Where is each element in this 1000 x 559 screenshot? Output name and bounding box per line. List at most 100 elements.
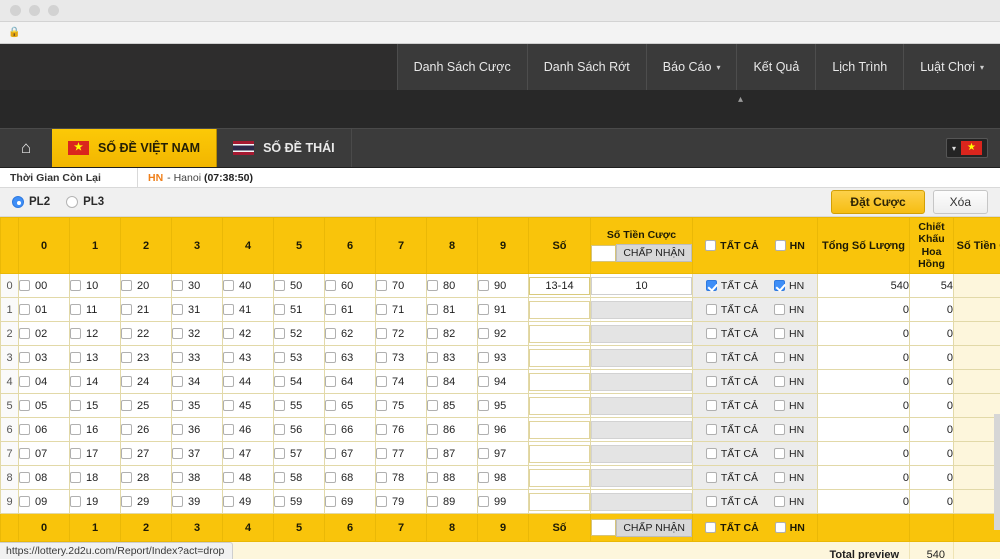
checkbox-icon[interactable] — [274, 424, 285, 435]
checkbox-icon[interactable] — [121, 496, 132, 507]
checkbox-icon[interactable] — [774, 496, 785, 507]
number-cell-97[interactable]: 97 — [478, 442, 529, 466]
number-cell-40[interactable]: 40 — [223, 274, 274, 298]
checkbox-icon[interactable] — [19, 280, 30, 291]
checkbox-icon[interactable] — [478, 328, 489, 339]
number-cell-18[interactable]: 18 — [70, 466, 121, 490]
so-input[interactable] — [529, 349, 590, 367]
radio-icon[interactable] — [12, 196, 24, 208]
number-cell-39[interactable]: 39 — [172, 490, 223, 514]
number-cell-68[interactable]: 68 — [325, 466, 376, 490]
number-cell-21[interactable]: 21 — [121, 298, 172, 322]
checkbox-icon[interactable] — [19, 376, 30, 387]
footer-check-hn[interactable]: HN — [775, 522, 805, 534]
number-cell-45[interactable]: 45 — [223, 394, 274, 418]
checkbox-icon[interactable] — [19, 352, 30, 363]
number-cell-16[interactable]: 16 — [70, 418, 121, 442]
maximize-window-button[interactable] — [48, 5, 59, 16]
checkbox-icon[interactable] — [325, 448, 336, 459]
number-cell-74[interactable]: 74 — [376, 370, 427, 394]
checkbox-icon[interactable] — [274, 376, 285, 387]
row-check-hn[interactable]: HN — [774, 352, 804, 364]
checkbox-icon[interactable] — [774, 280, 785, 291]
so-input[interactable] — [529, 325, 590, 343]
checkbox-icon[interactable] — [325, 328, 336, 339]
checkbox-icon[interactable] — [427, 352, 438, 363]
checkbox-icon[interactable] — [427, 448, 438, 459]
number-cell-38[interactable]: 38 — [172, 466, 223, 490]
checkbox-icon[interactable] — [427, 376, 438, 387]
number-cell-28[interactable]: 28 — [121, 466, 172, 490]
bet-amount-input[interactable]: 10 — [591, 277, 692, 295]
row-check-all[interactable]: TẤT CẢ — [706, 328, 758, 340]
checkbox-icon[interactable] — [774, 472, 785, 483]
number-cell-69[interactable]: 69 — [325, 490, 376, 514]
nav-item-lich-trinh[interactable]: Lịch Trình — [815, 44, 903, 90]
row-check-all[interactable]: TẤT CẢ — [706, 352, 758, 364]
number-cell-61[interactable]: 61 — [325, 298, 376, 322]
checkbox-icon[interactable] — [70, 472, 81, 483]
checkbox-icon[interactable] — [121, 280, 132, 291]
so-input[interactable] — [529, 445, 590, 463]
number-cell-10[interactable]: 10 — [70, 274, 121, 298]
checkbox-icon[interactable] — [774, 376, 785, 387]
number-cell-30[interactable]: 30 — [172, 274, 223, 298]
checkbox-icon[interactable] — [705, 522, 716, 533]
checkbox-icon[interactable] — [172, 352, 183, 363]
number-cell-81[interactable]: 81 — [427, 298, 478, 322]
checkbox-icon[interactable] — [274, 472, 285, 483]
row-check-all[interactable]: TẤT CẢ — [706, 496, 758, 508]
checkbox-icon[interactable] — [19, 448, 30, 459]
number-cell-12[interactable]: 12 — [70, 322, 121, 346]
number-cell-14[interactable]: 14 — [70, 370, 121, 394]
checkbox-icon[interactable] — [274, 280, 285, 291]
number-cell-73[interactable]: 73 — [376, 346, 427, 370]
number-cell-24[interactable]: 24 — [121, 370, 172, 394]
checkbox-icon[interactable] — [121, 424, 132, 435]
number-cell-44[interactable]: 44 — [223, 370, 274, 394]
checkbox-icon[interactable] — [427, 280, 438, 291]
checkbox-icon[interactable] — [376, 424, 387, 435]
header-bet-amount-input[interactable] — [591, 245, 616, 262]
checkbox-icon[interactable] — [427, 424, 438, 435]
checkbox-icon[interactable] — [706, 328, 717, 339]
checkbox-icon[interactable] — [774, 400, 785, 411]
number-cell-29[interactable]: 29 — [121, 490, 172, 514]
checkbox-icon[interactable] — [376, 328, 387, 339]
number-cell-64[interactable]: 64 — [325, 370, 376, 394]
number-cell-86[interactable]: 86 — [427, 418, 478, 442]
checkbox-icon[interactable] — [774, 352, 785, 363]
checkbox-icon[interactable] — [325, 424, 336, 435]
checkbox-icon[interactable] — [478, 424, 489, 435]
row-check-hn[interactable]: HN — [774, 304, 804, 316]
header-check-all[interactable]: TẤT CẢ — [705, 240, 759, 252]
checkbox-icon[interactable] — [706, 304, 717, 315]
checkbox-icon[interactable] — [19, 424, 30, 435]
so-input[interactable] — [529, 373, 590, 391]
number-cell-19[interactable]: 19 — [70, 490, 121, 514]
number-cell-35[interactable]: 35 — [172, 394, 223, 418]
checkbox-icon[interactable] — [705, 240, 716, 251]
checkbox-icon[interactable] — [121, 400, 132, 411]
number-cell-42[interactable]: 42 — [223, 322, 274, 346]
number-cell-07[interactable]: 07 — [19, 442, 70, 466]
checkbox-icon[interactable] — [706, 424, 717, 435]
checkbox-icon[interactable] — [121, 448, 132, 459]
footer-check-all[interactable]: TẤT CẢ — [705, 522, 759, 534]
checkbox-icon[interactable] — [706, 448, 717, 459]
number-cell-70[interactable]: 70 — [376, 274, 427, 298]
checkbox-icon[interactable] — [70, 496, 81, 507]
checkbox-icon[interactable] — [376, 472, 387, 483]
checkbox-icon[interactable] — [427, 400, 438, 411]
checkbox-icon[interactable] — [376, 448, 387, 459]
row-check-hn[interactable]: HN — [774, 424, 804, 436]
checkbox-icon[interactable] — [478, 400, 489, 411]
checkbox-icon[interactable] — [274, 400, 285, 411]
number-cell-89[interactable]: 89 — [427, 490, 478, 514]
header-check-hn[interactable]: HN — [775, 240, 805, 252]
checkbox-icon[interactable] — [223, 496, 234, 507]
checkbox-icon[interactable] — [376, 376, 387, 387]
number-cell-67[interactable]: 67 — [325, 442, 376, 466]
number-cell-82[interactable]: 82 — [427, 322, 478, 346]
radio-icon[interactable] — [66, 196, 78, 208]
